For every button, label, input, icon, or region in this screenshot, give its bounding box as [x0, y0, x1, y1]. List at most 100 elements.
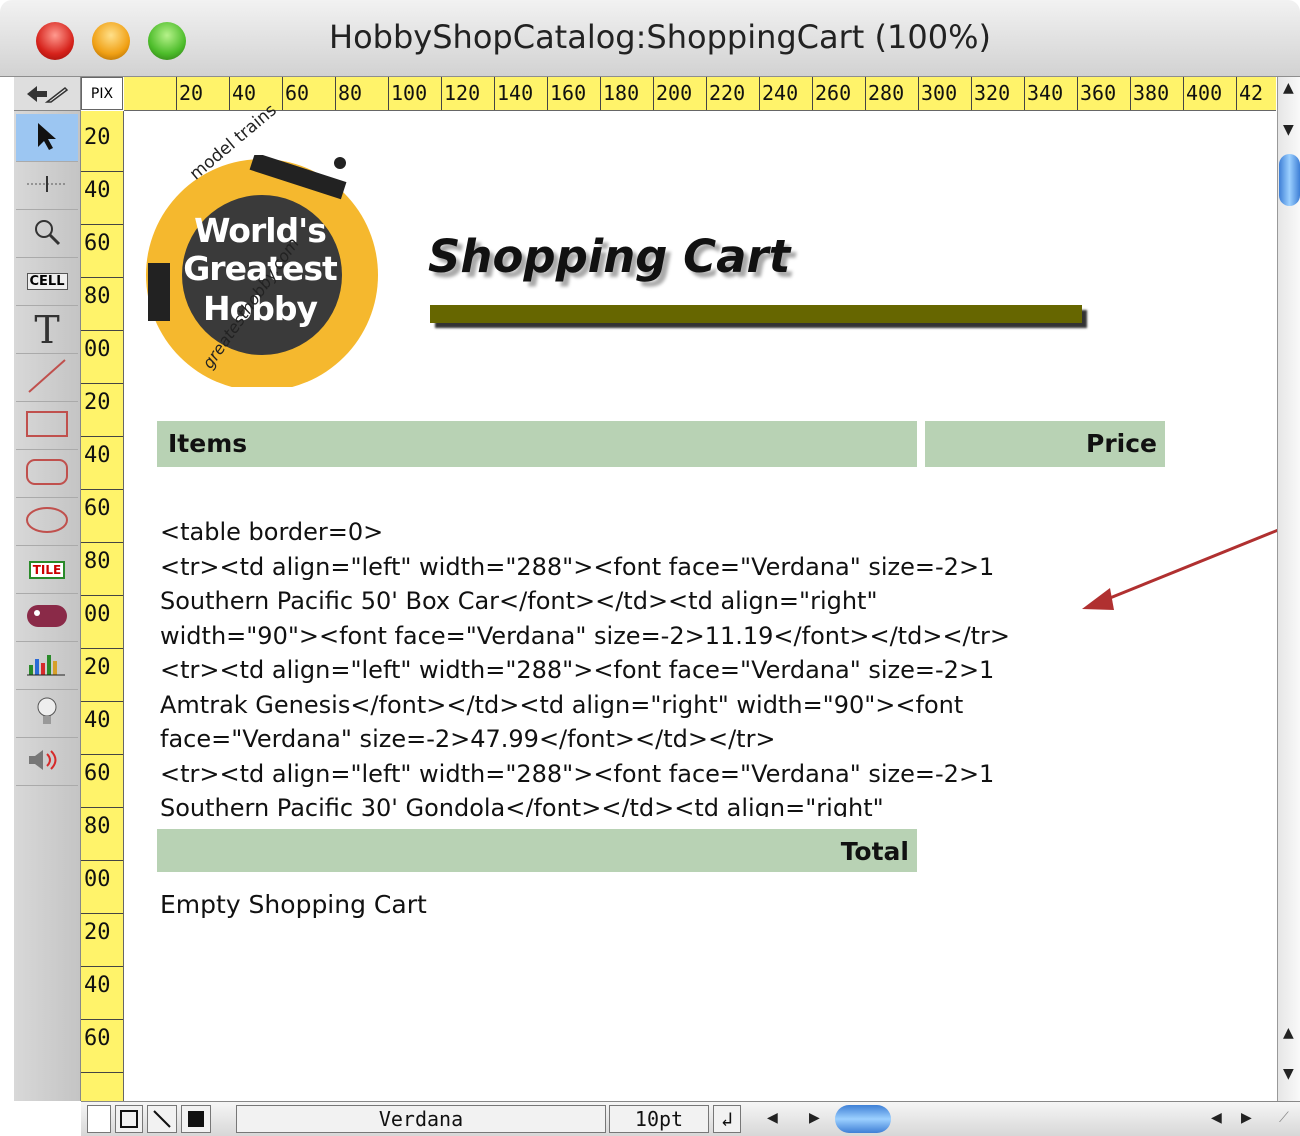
- rounded-rectangle-tool[interactable]: [16, 450, 78, 498]
- vertical-scrollbar[interactable]: [1277, 77, 1300, 1101]
- heading-underline-bar[interactable]: [430, 305, 1082, 323]
- v-ruler-label: 80: [84, 549, 111, 574]
- code-line: Southern Pacific 30' Gondola</font></td>…: [160, 794, 884, 817]
- code-line: Amtrak Genesis</font></td><td align="rig…: [160, 690, 964, 719]
- return-icon[interactable]: ↲: [713, 1105, 741, 1133]
- v-ruler-label: 60: [84, 1026, 111, 1051]
- tile-icon: TILE: [28, 560, 66, 579]
- text-tool[interactable]: T: [16, 306, 78, 354]
- h-ruler-label: 40: [232, 81, 257, 105]
- diagonal-line-icon: [153, 1110, 171, 1128]
- line-style-button[interactable]: [147, 1105, 177, 1133]
- horizontal-scroll-thumb[interactable]: [835, 1105, 891, 1133]
- vertical-ruler: 20 40 60 80 00 20 40 60 80 00 20 40 60 80 00 20 40 60: [81, 111, 124, 1101]
- h-ruler-label: 220: [709, 81, 746, 105]
- ruler-toggle-icon[interactable]: [14, 77, 81, 111]
- h-ruler-tick: [1183, 77, 1184, 110]
- page-heading[interactable]: Shopping Cart: [428, 230, 790, 283]
- h-ruler-tick: [971, 77, 972, 110]
- h-ruler-label: 20: [179, 81, 204, 105]
- button-tool[interactable]: [16, 594, 78, 642]
- v-ruler-tick: [81, 277, 123, 278]
- v-ruler-label: 40: [84, 708, 111, 733]
- logo-line1: World's: [194, 211, 327, 250]
- h-ruler-tick: [547, 77, 548, 110]
- v-ruler-label: 60: [84, 761, 111, 786]
- crosshair-tool[interactable]: [16, 162, 78, 210]
- hobby-logo[interactable]: model trains World's Greatest Hobby grea…: [142, 100, 382, 391]
- outline-pattern-button[interactable]: [115, 1105, 143, 1133]
- crosshair-icon: [25, 174, 69, 198]
- empty-cart-link[interactable]: Empty Shopping Cart: [160, 890, 427, 919]
- h-ruler-tick: [812, 77, 813, 110]
- title-bar[interactable]: HobbyShopCatalog:ShoppingCart (100%): [0, 0, 1300, 77]
- h-ruler-tick: [229, 77, 230, 110]
- tool-palette: CELL T TILE: [14, 111, 81, 1101]
- rectangle-tool[interactable]: [16, 402, 78, 450]
- square-outline-icon: [120, 1110, 138, 1128]
- h-ruler-tick: [282, 77, 283, 110]
- resize-grip-icon[interactable]: ⟋: [1279, 1110, 1289, 1126]
- code-line: Southern Pacific 50' Box Car</font></td>…: [160, 587, 878, 615]
- total-label: Total: [840, 837, 909, 866]
- scroll-left-end-icon[interactable]: ◀: [1211, 1110, 1222, 1126]
- v-ruler-label: 80: [84, 284, 111, 309]
- scroll-down-icon[interactable]: ▼: [1283, 1066, 1294, 1082]
- h-ruler-tick: [759, 77, 760, 110]
- h-ruler-tick: [1024, 77, 1025, 110]
- window-title: HobbyShopCatalog:ShoppingCart (100%): [329, 18, 991, 56]
- v-ruler-tick: [81, 913, 123, 914]
- cell-tool[interactable]: CELL: [16, 258, 78, 306]
- h-ruler-tick: [176, 77, 177, 110]
- scroll-right-icon[interactable]: ▶: [809, 1110, 820, 1126]
- h-ruler-label: 380: [1133, 81, 1170, 105]
- oval-icon: [25, 505, 69, 539]
- sound-tool[interactable]: [16, 738, 78, 786]
- v-ruler-tick: [81, 966, 123, 967]
- vertical-scroll-thumb[interactable]: [1279, 154, 1300, 206]
- h-ruler-tick: [441, 77, 442, 110]
- code-line: <tr><td align="left" width="288"><font f…: [160, 759, 995, 788]
- pointer-tool[interactable]: [16, 114, 78, 162]
- h-ruler-tick: [335, 77, 336, 110]
- v-ruler-label: 60: [84, 231, 111, 256]
- ruler-unit-label[interactable]: PIX: [81, 77, 123, 110]
- code-line: <tr><td align="left" width="288"><font f…: [160, 552, 995, 581]
- chart-icon: [25, 651, 69, 681]
- tile-tool[interactable]: TILE: [16, 546, 78, 594]
- fill-color-button[interactable]: [181, 1105, 211, 1133]
- v-ruler-label: 40: [84, 973, 111, 998]
- v-ruler-tick: [81, 383, 123, 384]
- total-row[interactable]: Total: [157, 829, 917, 872]
- horizontal-ruler: 20 40 60 80 100 120 140 160 180 200 220 240 260 280 30…: [124, 77, 1276, 111]
- lightbulb-tool[interactable]: [16, 690, 78, 738]
- h-ruler-label: 120: [444, 81, 481, 105]
- scroll-down-top-icon[interactable]: ▼: [1283, 122, 1294, 138]
- fill-white-swatch[interactable]: [87, 1105, 111, 1133]
- line-tool[interactable]: [16, 354, 78, 402]
- line-icon: [27, 358, 67, 398]
- scroll-left-icon[interactable]: ◀: [767, 1110, 778, 1126]
- v-ruler-tick: [81, 754, 123, 755]
- ruler-toggle-glyph-icon: [27, 85, 69, 103]
- scroll-up-icon[interactable]: ▲: [1283, 1025, 1294, 1041]
- code-line: <table border=0>: [160, 518, 384, 546]
- scroll-up-top-icon[interactable]: ▲: [1283, 80, 1294, 96]
- h-ruler-label: 340: [1027, 81, 1064, 105]
- oval-tool[interactable]: [16, 498, 78, 546]
- items-header-label: Items: [168, 429, 248, 458]
- font-size-field[interactable]: 10pt: [609, 1105, 709, 1133]
- price-header[interactable]: Price: [925, 421, 1165, 467]
- v-ruler-tick: [81, 330, 123, 331]
- v-ruler-label: 00: [84, 867, 111, 892]
- magnify-tool[interactable]: [16, 210, 78, 258]
- cart-html-text-object[interactable]: <table border=0> <tr><td align="left" wid…: [160, 515, 1160, 817]
- chart-tool[interactable]: [16, 642, 78, 690]
- items-header[interactable]: Items: [157, 421, 917, 467]
- h-ruler-label: 300: [921, 81, 958, 105]
- scroll-right-end-icon[interactable]: ▶: [1241, 1110, 1252, 1126]
- bottom-toolbar: Verdana 10pt ↲ ◀ ▶ ◀ ▶ ⟋: [81, 1101, 1300, 1136]
- rounded-rectangle-icon: [25, 457, 69, 491]
- font-name-field[interactable]: Verdana: [236, 1105, 606, 1133]
- h-ruler-tick: [1077, 77, 1078, 110]
